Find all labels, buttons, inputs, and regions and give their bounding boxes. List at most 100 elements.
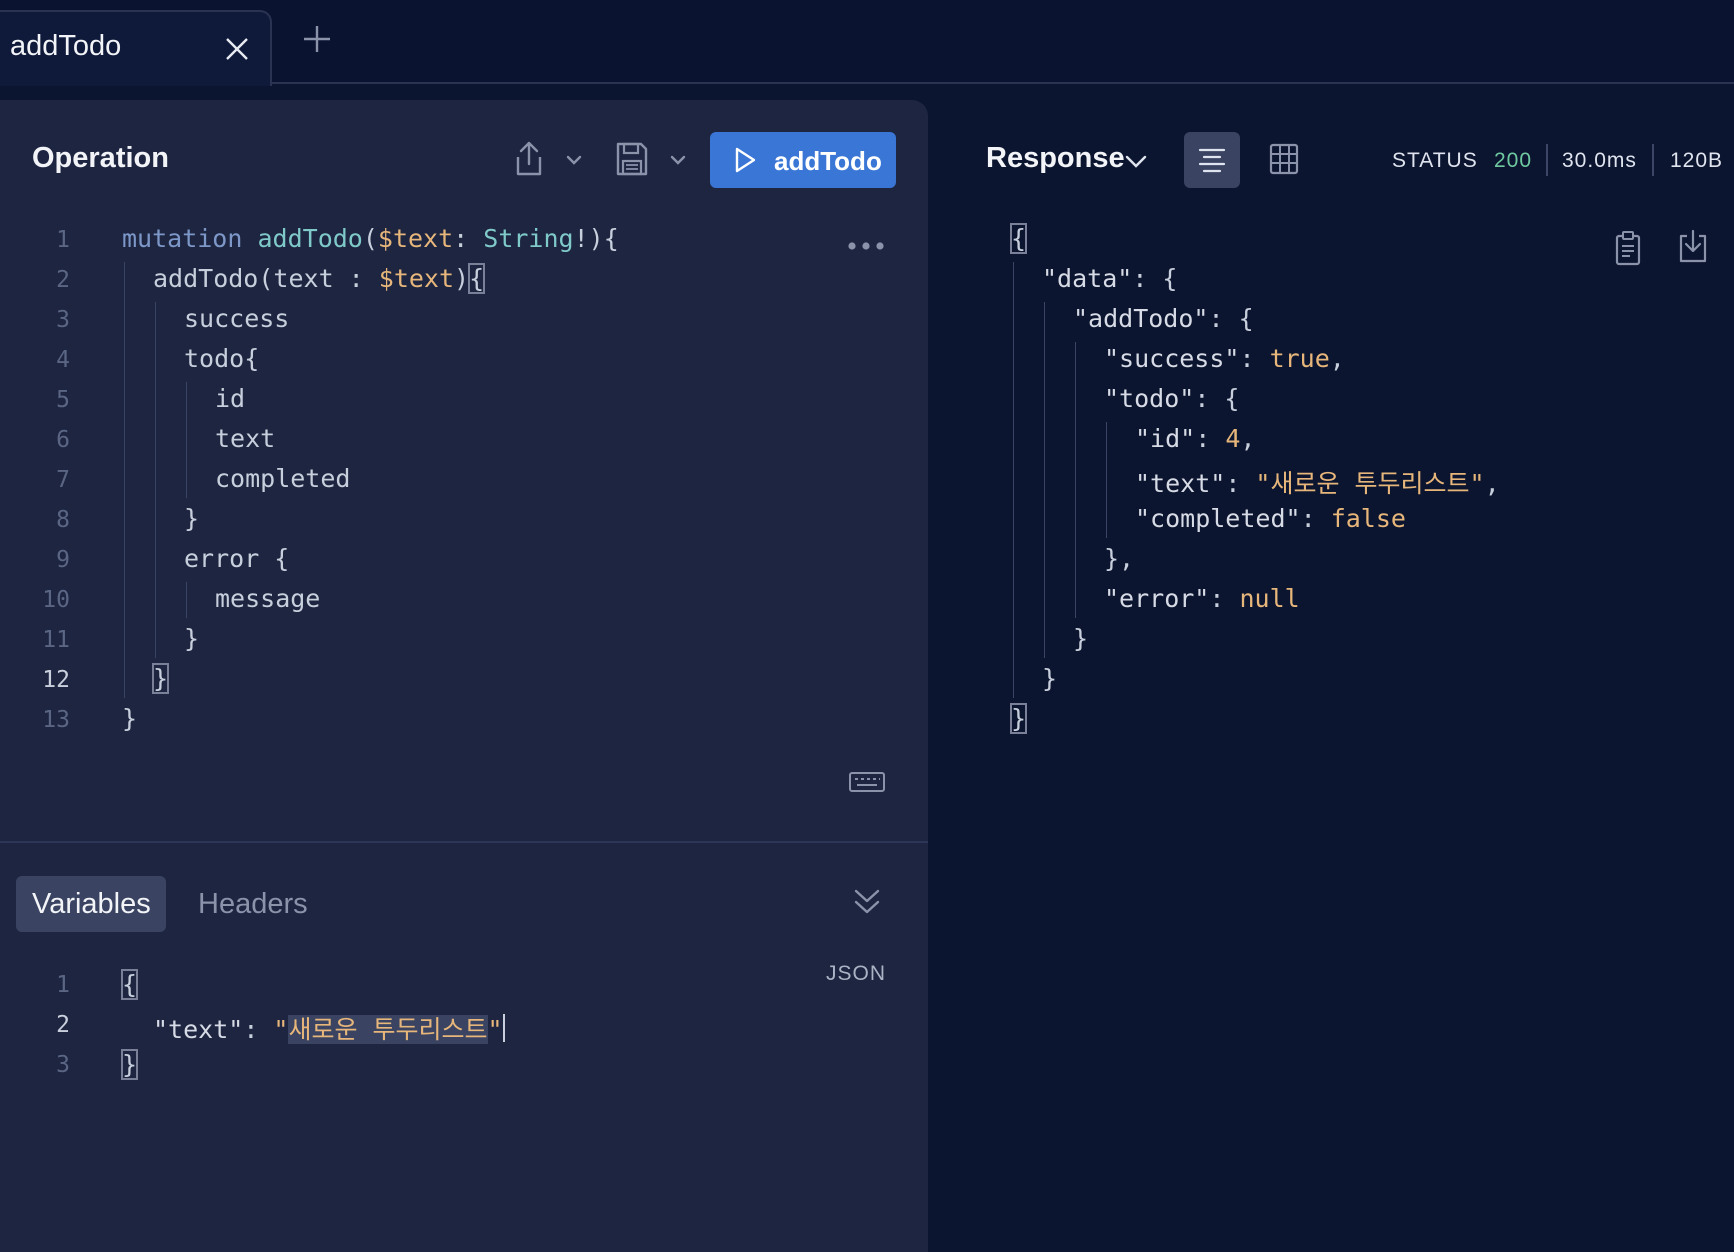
line-number: 3 (56, 307, 70, 333)
code-line[interactable]: } (184, 624, 199, 653)
bracket-match-highlight: } (151, 663, 170, 694)
save-chevron-down-icon[interactable] (668, 150, 688, 170)
tab-headers[interactable]: Headers (198, 888, 308, 921)
json-key-token: "data" (1042, 264, 1133, 293)
code-line[interactable]: } (151, 663, 170, 694)
text-lines-icon (1198, 148, 1226, 173)
string-token: " (273, 1015, 289, 1044)
punctuation-token: : { (1194, 384, 1240, 413)
json-key-token: "id" (1135, 424, 1196, 453)
response-line: "todo": { (1104, 384, 1239, 413)
status-label: STATUS (1392, 149, 1478, 172)
collapse-chevrons-icon[interactable] (852, 886, 882, 918)
share-chevron-down-icon[interactable] (564, 150, 584, 170)
bracket-match-highlight: } (120, 1049, 139, 1080)
status-code: 200 (1494, 149, 1533, 172)
status-separator (1652, 144, 1654, 176)
bracket-match-highlight: } (1009, 703, 1028, 734)
json-key-token: "text" (1135, 469, 1226, 498)
punctuation-token: : (243, 1015, 274, 1044)
response-label[interactable]: Response (986, 142, 1125, 175)
line-number-current: 12 (42, 667, 70, 693)
bracket-match-highlight: { (468, 263, 486, 294)
code-line[interactable]: addTodo(text : $text){ (153, 263, 486, 294)
indent-guide (1013, 262, 1014, 698)
line-number: 2 (56, 267, 70, 293)
line-number: 4 (56, 347, 70, 373)
json-key-token: "error" (1104, 584, 1210, 613)
json-key-token: "text" (153, 1015, 244, 1044)
text-cursor (502, 1014, 505, 1042)
clipboard-icon[interactable] (1614, 230, 1642, 266)
response-line: "error": null (1104, 584, 1300, 613)
response-chevron-down-icon[interactable] (1124, 150, 1148, 172)
code-line[interactable]: } (122, 704, 137, 733)
editor-divider[interactable] (0, 841, 928, 843)
variable-token: $text (378, 264, 455, 293)
line-number: 5 (56, 387, 70, 413)
close-icon[interactable] (222, 34, 252, 64)
line-number: 11 (42, 627, 70, 653)
line-number: 6 (56, 427, 70, 453)
line-number: 13 (42, 707, 70, 733)
number-token: 4 (1225, 424, 1241, 453)
indent-guide (155, 302, 156, 658)
add-tab-icon[interactable] (300, 22, 334, 56)
tab-variables-label: Variables (32, 888, 151, 920)
code-line[interactable]: completed (215, 464, 350, 493)
json-key-token: "success" (1104, 344, 1240, 373)
response-line: } (1073, 624, 1089, 653)
indent-guide (124, 262, 125, 698)
code-line[interactable]: mutation addTodo($text: String!){ (122, 224, 619, 253)
punctuation-token: : (1239, 344, 1270, 373)
run-button-label: addTodo (774, 146, 882, 176)
code-line[interactable]: "text": "새로운 투두리스트" (153, 1010, 505, 1046)
punctuation-token: : (1225, 469, 1256, 498)
line-number: 10 (42, 587, 70, 613)
bracket-match-highlight: { (1009, 223, 1028, 254)
line-number: 8 (56, 507, 70, 533)
type-token: String (483, 224, 574, 253)
code-line[interactable]: } (120, 1049, 139, 1080)
code-line[interactable]: error { (184, 544, 289, 573)
save-icon[interactable] (614, 140, 650, 178)
code-line[interactable]: todo{ (184, 344, 259, 373)
punctuation-token: : (453, 224, 484, 253)
response-line: "data": { (1042, 264, 1177, 293)
code-line[interactable]: { (120, 969, 139, 1000)
code-line[interactable]: message (215, 584, 320, 613)
json-key-token: "todo" (1104, 384, 1195, 413)
response-line: { (1009, 223, 1028, 254)
response-size: 120B (1670, 149, 1724, 172)
punctuation-token: : (1300, 504, 1331, 533)
field-token: addTodo (153, 264, 259, 293)
punctuation-token: : (1195, 424, 1226, 453)
bracket-match-highlight: { (120, 969, 139, 1000)
response-line: } (1042, 664, 1058, 693)
string-token: " (487, 1015, 503, 1044)
keyword-token: mutation (122, 224, 243, 253)
table-view-icon[interactable] (1268, 142, 1300, 176)
code-line[interactable]: id (215, 384, 245, 413)
argument-token: (text : (258, 264, 379, 293)
code-line[interactable]: } (184, 504, 199, 533)
punctuation-token: : { (1132, 264, 1178, 293)
code-line[interactable]: success (184, 304, 289, 333)
punctuation-token: , (1240, 424, 1256, 453)
punctuation-token: , (1329, 344, 1345, 373)
punctuation-token: : { (1208, 304, 1254, 333)
response-line: "text": "새로운 투두리스트", (1135, 464, 1500, 500)
line-number: 3 (56, 1052, 70, 1078)
response-line: "completed": false (1135, 504, 1406, 533)
keyboard-icon[interactable] (848, 770, 886, 794)
share-icon[interactable] (512, 140, 546, 178)
response-time: 30.0ms (1562, 149, 1637, 172)
indent-guide (1044, 302, 1045, 658)
line-number: 7 (56, 467, 70, 493)
download-icon[interactable] (1678, 228, 1708, 264)
play-icon (735, 147, 756, 173)
boolean-token: false (1330, 504, 1406, 533)
more-options-icon[interactable] (846, 236, 886, 256)
code-line[interactable]: text (215, 424, 275, 453)
line-number-current: 2 (56, 1012, 70, 1038)
